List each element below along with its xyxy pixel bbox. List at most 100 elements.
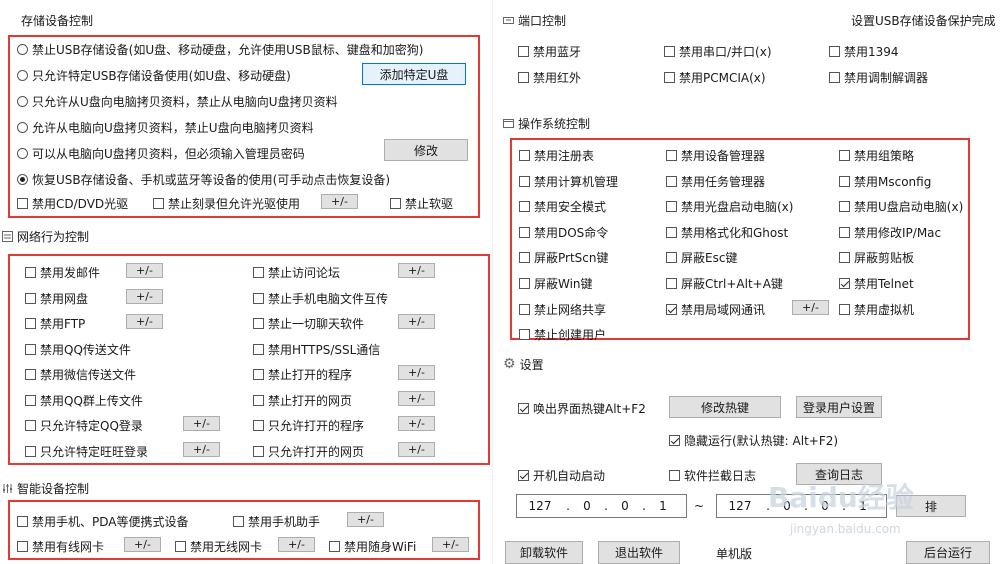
port-checkbox-0[interactable]: 禁用蓝牙: [518, 43, 581, 60]
checkbox-icon[interactable]: [666, 150, 677, 161]
os-col1-checkbox-4[interactable]: 屏蔽PrtScn键: [519, 249, 609, 266]
os-col2-checkbox-4[interactable]: 屏蔽Esc键: [666, 249, 737, 266]
port-checkbox-4[interactable]: 禁用PCMCIA(x): [664, 69, 766, 86]
checkbox-icon[interactable]: [666, 201, 677, 213]
network-right-plus-minus-2[interactable]: +/-: [398, 314, 435, 329]
checkbox-icon[interactable]: [839, 150, 850, 161]
checkbox-icon[interactable]: [17, 541, 28, 552]
checkbox-icon[interactable]: [253, 292, 264, 304]
os-col1-checkbox-1[interactable]: 禁用计算机管理: [519, 173, 618, 190]
checkbox-icon[interactable]: [253, 318, 264, 329]
wired-nic-checkbox[interactable]: 禁用有线网卡: [17, 538, 104, 555]
checkbox-icon[interactable]: [25, 420, 36, 431]
checkbox-icon[interactable]: [390, 198, 401, 209]
network-left-plus-minus-1[interactable]: +/-: [126, 288, 163, 304]
checkbox-icon[interactable]: [25, 369, 36, 380]
os-col3-checkbox-6[interactable]: 禁用虚拟机: [839, 301, 914, 318]
storage-option-1[interactable]: 只允许特定USB存储设备使用(如U盘、移动硬盘): [17, 67, 291, 84]
checkbox-icon[interactable]: [839, 226, 850, 238]
network-right-plus-minus-7[interactable]: +/-: [398, 441, 435, 457]
checkbox-icon[interactable]: [839, 303, 850, 315]
network-left-checkbox-7[interactable]: 只允许特定旺旺登录: [25, 443, 148, 460]
checkbox-icon[interactable]: [519, 150, 530, 161]
os-col3-checkbox-4[interactable]: 屏蔽剪贴板: [839, 249, 914, 266]
os-col2-checkbox-5[interactable]: 屏蔽Ctrl+Alt+A键: [666, 275, 783, 292]
os-col2-checkbox-3[interactable]: 禁用格式化和Ghost: [666, 224, 788, 241]
floppy-checkbox[interactable]: 禁止软驱: [390, 195, 453, 212]
checkbox-icon[interactable]: [518, 470, 529, 481]
checkbox-icon[interactable]: [839, 175, 850, 187]
os-col1-checkbox-7[interactable]: 禁止创建用户: [519, 326, 606, 343]
os-col1-checkbox-6[interactable]: 禁止网络共享: [519, 301, 606, 318]
exit-button[interactable]: 退出软件: [598, 541, 680, 564]
os-col2-checkbox-2[interactable]: 禁用光盘启动电脑(x): [666, 198, 793, 215]
network-right-checkbox-7[interactable]: 只允许打开的网页: [253, 443, 364, 460]
autostart-checkbox[interactable]: 开机自动启动: [518, 467, 605, 484]
checkbox-icon[interactable]: [519, 278, 530, 289]
network-right-plus-minus-5[interactable]: +/-: [398, 390, 435, 406]
checkbox-icon[interactable]: [25, 343, 36, 355]
storage-option-3[interactable]: 允许从电脑向U盘拷贝资料，禁止U盘向电脑拷贝资料: [17, 119, 314, 136]
add-specific-usb-button[interactable]: 添加特定U盘: [362, 63, 466, 85]
checkbox-icon[interactable]: [666, 252, 677, 264]
checkbox-icon[interactable]: [664, 46, 675, 57]
storage-option-5[interactable]: 恢复USB存储设备、手机或蓝牙等设备的使用(可手动点击恢复设备): [17, 171, 390, 188]
checkbox-icon[interactable]: [519, 252, 530, 264]
checkbox-icon[interactable]: [17, 516, 28, 527]
storage-option-0[interactable]: 禁止USB存储设备(如U盘、移动硬盘，允许使用USB鼠标、键盘和加密狗): [17, 41, 423, 58]
checkbox-icon[interactable]: [233, 516, 244, 527]
checkbox-icon[interactable]: [25, 292, 36, 304]
intercept-log-checkbox[interactable]: 软件拦截日志: [669, 467, 756, 484]
checkbox-icon[interactable]: [25, 394, 36, 406]
network-right-checkbox-0[interactable]: 禁止访问论坛: [253, 264, 340, 281]
checkbox-icon[interactable]: [839, 278, 850, 289]
login-user-settings-button[interactable]: 登录用户设置: [796, 396, 882, 418]
os-col1-checkbox-3[interactable]: 禁用DOS命令: [519, 224, 608, 241]
checkbox-icon[interactable]: [253, 445, 264, 457]
network-right-checkbox-6[interactable]: 只允许打开的程序: [253, 417, 364, 434]
storage-option-2[interactable]: 只允许从U盘向电脑拷贝资料，禁止从电脑向U盘拷贝资料: [17, 93, 338, 110]
os-col1-checkbox-0[interactable]: 禁用注册表: [519, 147, 594, 164]
network-left-checkbox-4[interactable]: 禁用微信传送文件: [25, 366, 136, 383]
lan-plus-minus-button[interactable]: +/-: [792, 300, 829, 315]
radio-icon[interactable]: [17, 122, 28, 133]
os-col2-checkbox-0[interactable]: 禁用设备管理器: [666, 147, 765, 164]
background-run-button[interactable]: 后台运行: [906, 541, 990, 564]
storage-option-4[interactable]: 可以从电脑向U盘拷贝资料，但必须输入管理员密码: [17, 145, 305, 162]
checkbox-icon[interactable]: [25, 445, 36, 457]
network-right-plus-minus-4[interactable]: +/-: [398, 365, 435, 380]
os-col1-checkbox-5[interactable]: 屏蔽Win键: [519, 275, 593, 292]
checkbox-icon[interactable]: [253, 369, 264, 380]
hide-run-checkbox[interactable]: 隐藏运行(默认热键: Alt+F2): [669, 432, 838, 449]
checkbox-icon[interactable]: [253, 267, 264, 278]
checkbox-icon[interactable]: [829, 72, 840, 83]
checkbox-icon[interactable]: [519, 329, 530, 341]
network-left-checkbox-1[interactable]: 禁用网盘: [25, 290, 88, 307]
radio-icon[interactable]: [17, 44, 28, 55]
radio-icon[interactable]: [17, 148, 28, 159]
network-left-plus-minus-6[interactable]: +/-: [183, 416, 220, 431]
radio-icon[interactable]: [17, 70, 28, 81]
port-checkbox-2[interactable]: 禁用1394: [829, 43, 899, 60]
checkbox-icon[interactable]: [253, 343, 264, 355]
network-left-checkbox-6[interactable]: 只允许特定QQ登录: [25, 417, 143, 434]
network-left-checkbox-0[interactable]: 禁用发邮件: [25, 264, 100, 281]
checkbox-icon[interactable]: [839, 201, 850, 213]
burn-plus-minus-button[interactable]: +/-: [321, 194, 358, 209]
checkbox-icon[interactable]: [519, 201, 530, 213]
checkbox-icon[interactable]: [666, 278, 677, 289]
burn-checkbox[interactable]: 禁止刻录但允许光驱使用: [153, 195, 300, 212]
portable-wifi-checkbox[interactable]: 禁用随身WiFi: [329, 538, 416, 555]
assistant-plus-minus-button[interactable]: +/-: [347, 512, 384, 527]
mobile-device-checkbox[interactable]: 禁用手机、PDA等便携式设备: [17, 513, 188, 530]
checkbox-icon[interactable]: [519, 226, 530, 238]
os-col3-checkbox-0[interactable]: 禁用组策略: [839, 147, 914, 164]
checkbox-icon[interactable]: [519, 175, 530, 187]
os-col3-checkbox-2[interactable]: 禁用U盘启动电脑(x): [839, 198, 963, 215]
checkbox-icon[interactable]: [669, 435, 680, 446]
checkbox-icon[interactable]: [253, 420, 264, 431]
port-checkbox-3[interactable]: 禁用红外: [518, 69, 581, 86]
uninstall-button[interactable]: 卸载软件: [505, 541, 583, 564]
radio-icon[interactable]: [17, 174, 28, 185]
checkbox-icon[interactable]: [153, 198, 164, 209]
